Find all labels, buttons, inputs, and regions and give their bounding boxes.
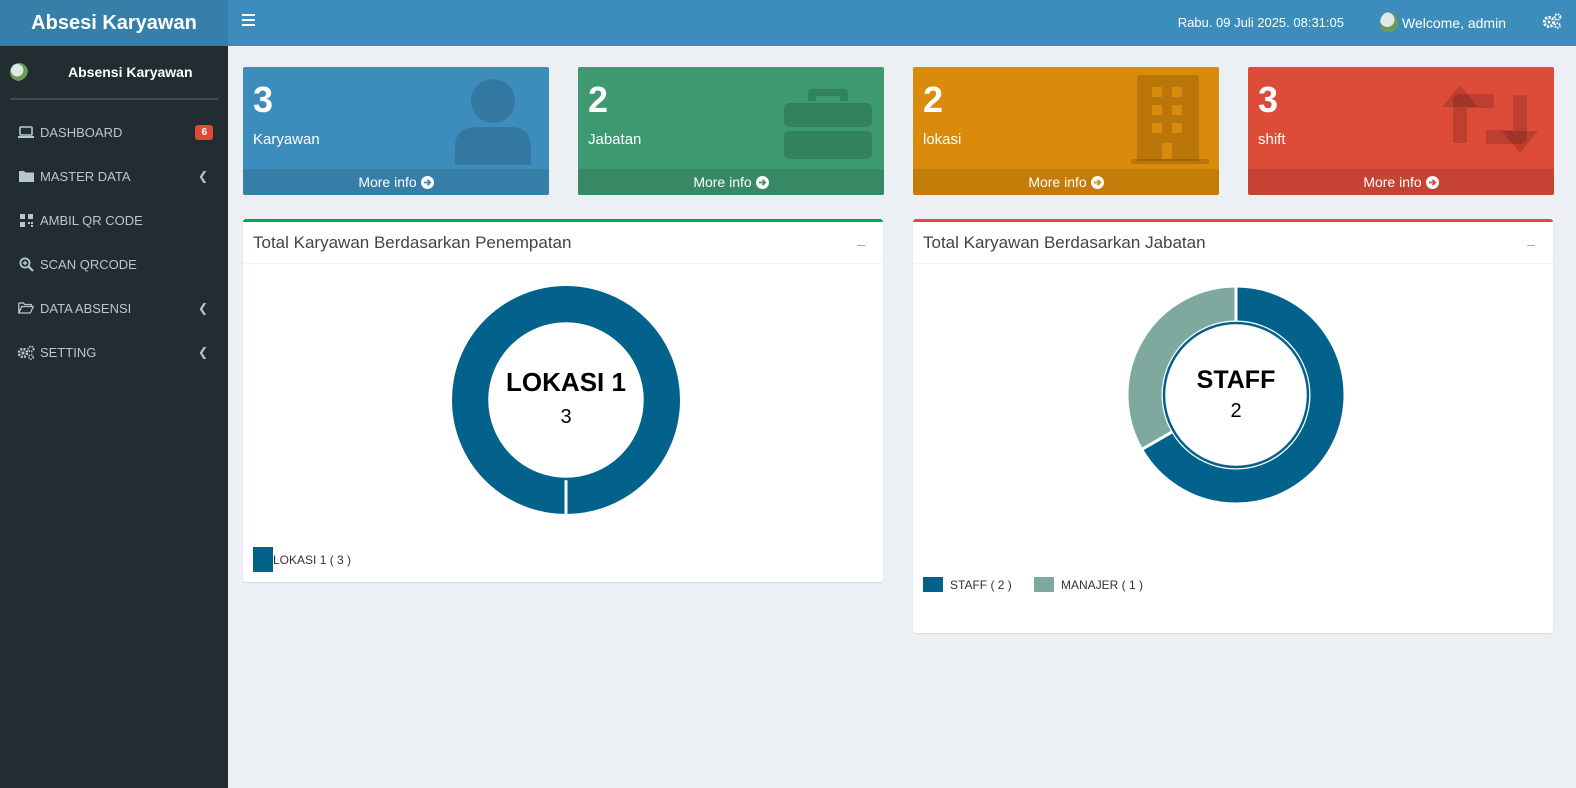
folder-open-icon [17,302,35,314]
legend-swatch [923,577,943,592]
more-info-label: More info [358,174,417,190]
panel-title: Total Karyawan Berdasarkan Penempatan [253,233,572,252]
legend-label: MANAJER ( 1 ) [1061,577,1144,592]
more-info-link[interactable]: More info [1248,169,1554,195]
retweet-icon [1434,73,1546,165]
user-avatar[interactable] [1380,12,1398,34]
donut-center-label: LOKASI 1 [506,367,626,397]
donut-center-label: STAFF [1197,366,1276,394]
search-plus-icon [17,257,35,272]
building-icon [1117,73,1209,165]
panel-header: Total Karyawan Berdasarkan Jabatan – [913,222,1553,264]
app-logo[interactable]: Absesi Karyawan [0,0,228,46]
donut-chart-jabatan: STAFF 2 [1125,284,1347,506]
cogs-icon [17,345,35,360]
user-panel: Absensi Karyawan [0,46,228,98]
user-name: Absensi Karyawan [68,64,193,80]
panel-header: Total Karyawan Berdasarkan Penempatan – [243,222,883,264]
stat-box-jabatan: 2 Jabatan More info [578,67,884,195]
sidebar-item-dashboard[interactable]: DASHBOARD 6 [0,110,228,154]
stat-box-lokasi: 2 lokasi More info [913,67,1219,195]
legend-swatch [1034,577,1054,592]
panel-title: Total Karyawan Berdasarkan Jabatan [923,233,1206,252]
sidebar-item-label: AMBIL QR CODE [40,212,143,228]
sidebar-divider [10,98,218,100]
arrow-circle-right-icon [1090,175,1104,189]
avatar [10,63,28,81]
legend-label: LOKASI 1 ( 3 ) [273,552,352,567]
donut-center-value: 2 [1230,400,1241,422]
notification-badge: 6 [195,124,213,140]
laptop-icon [17,125,35,139]
stat-box-shift: 3 shift More info [1248,67,1554,195]
chevron-left-icon: ❮ [197,169,208,183]
gears-icon[interactable] [1542,12,1562,35]
sidebar-item-label: MASTER DATA [40,168,131,184]
stat-value: 2 [923,79,944,120]
sidebar-item-label: SETTING [40,344,97,360]
stat-value: 2 [588,79,609,120]
legend-swatch [253,547,273,572]
sidebar-item-label: DATA ABSENSI [40,300,132,316]
logo-text: Absesi Karyawan [31,11,197,34]
collapse-button[interactable]: – [1527,236,1535,252]
panel-penempatan: Total Karyawan Berdasarkan Penempatan – … [243,219,883,582]
stat-label: shift [1258,131,1286,148]
sidebar-item-data-absensi[interactable]: DATA ABSENSI ❮ [0,286,228,330]
inner-ring [485,319,647,481]
stat-label: Jabatan [588,131,642,148]
chevron-left-icon: ❮ [197,345,208,359]
collapse-button[interactable]: – [857,236,865,252]
more-info-link[interactable]: More info [243,169,549,195]
user-icon [447,73,539,165]
more-info-link[interactable]: More info [913,169,1219,195]
sidebar-item-scan-qrcode[interactable]: SCAN QRCODE [0,242,228,286]
legend-label: STAFF ( 2 ) [950,577,1012,592]
welcome-text[interactable]: Welcome, admin [1402,15,1506,31]
sidebar-item-label: SCAN QRCODE [40,256,137,272]
donut-chart-penempatan: LOKASI 1 3 [452,286,680,515]
more-info-label: More info [1363,174,1422,190]
stat-label: lokasi [923,131,962,148]
sidebar-item-ambil-qr-code[interactable]: AMBIL QR CODE [0,198,228,242]
panel-jabatan: Total Karyawan Berdasarkan Jabatan – STA… [913,219,1553,633]
more-info-label: More info [1028,174,1087,190]
sidebar-item-master-data[interactable]: MASTER DATA ❮ [0,154,228,198]
more-info-label: More info [693,174,752,190]
sidebar-menu: DASHBOARD 6 MASTER DATA ❮ AMBIL QR CODE … [0,110,228,374]
more-info-link[interactable]: More info [578,169,884,195]
stat-value: 3 [1258,79,1279,120]
stat-label: Karyawan [253,131,320,148]
briefcase-icon [782,73,874,165]
legend-item: STAFF ( 2 ) [923,577,1012,592]
sidebar-item-setting[interactable]: SETTING ❮ [0,330,228,374]
sidebar: Absesi Karyawan Absensi Karyawan DASHBOA… [0,0,228,788]
current-datetime: Rabu. 09 Juli 2025. 08:31:05 [1177,15,1344,30]
sidebar-item-label: DASHBOARD [40,124,123,140]
arrow-circle-right-icon [420,175,434,189]
donut-slice-lokasi-1[interactable] [452,286,680,514]
folder-icon [17,170,35,182]
arrow-circle-right-icon [755,175,769,189]
stat-value: 3 [253,79,274,120]
sidebar-toggle-icon[interactable] [242,14,255,26]
legend-item: MANAJER ( 1 ) [1034,577,1143,592]
stat-box-karyawan: 3 Karyawan More info [243,67,549,195]
qrcode-icon [17,213,35,227]
top-navbar: Rabu. 09 Juli 2025. 08:31:05 Welcome, ad… [228,0,1576,46]
chevron-left-icon: ❮ [197,301,208,315]
arrow-circle-right-icon [1425,175,1439,189]
inner-ring [1162,321,1310,469]
legend-item: LOKASI 1 ( 3 ) [253,547,351,572]
donut-center-value: 3 [560,406,571,428]
